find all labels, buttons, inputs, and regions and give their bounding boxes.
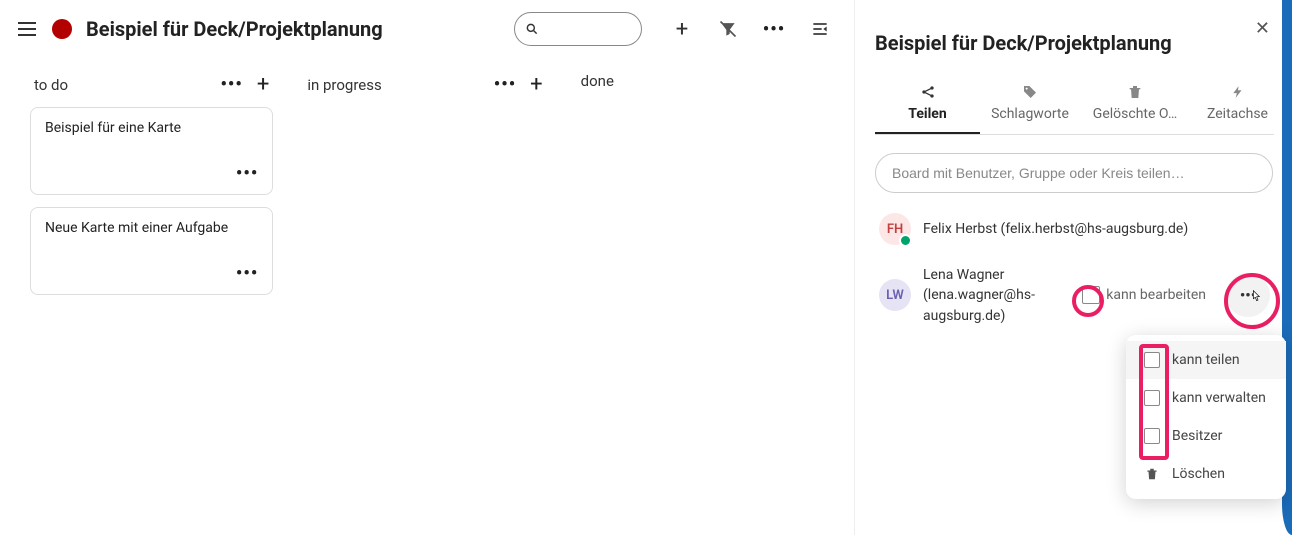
card[interactable]: Neue Karte mit einer Aufgabe ••• [30, 207, 273, 295]
column-more-icon[interactable]: ••• [494, 74, 516, 95]
card-more-icon[interactable]: ••• [236, 163, 258, 184]
tag-icon [1022, 84, 1038, 100]
tab-trash[interactable]: Gelöschte O… [1080, 76, 1190, 134]
popover-label: Löschen [1172, 466, 1225, 482]
menu-icon[interactable] [18, 17, 42, 41]
permissions-popover: kann teilen kann verwalten Besitzer Löschen [1126, 335, 1286, 499]
popover-label: kann teilen [1172, 352, 1240, 368]
tab-tag[interactable]: Schlagworte [980, 76, 1080, 134]
avatar: FH [879, 213, 911, 245]
trash-icon [1144, 466, 1160, 482]
popover-item[interactable]: Löschen [1126, 455, 1286, 493]
board-title: Beispiel für Deck/Projektplanung [86, 17, 383, 41]
more-icon[interactable]: ••• [762, 17, 786, 41]
popover-item[interactable]: kann verwalten [1126, 379, 1286, 417]
tab-label: Schlagworte [991, 106, 1069, 122]
bolt-icon [1230, 84, 1246, 100]
trash-icon [1127, 84, 1143, 100]
card-more-icon[interactable]: ••• [236, 263, 258, 284]
can-edit-checkbox[interactable] [1082, 286, 1100, 304]
can-edit-label: kann bearbeiten [1106, 287, 1206, 303]
sidebar-toggle-icon[interactable] [808, 17, 832, 41]
board-color-dot [52, 19, 72, 39]
column-add-button[interactable]: + [257, 72, 269, 97]
card[interactable]: Beispiel für eine Karte ••• [30, 107, 273, 195]
popover-item[interactable]: kann teilen [1126, 341, 1286, 379]
tab-bolt[interactable]: Zeitachse [1190, 76, 1285, 134]
cursor-icon [1248, 287, 1264, 309]
popover-item[interactable]: Besitzer [1126, 417, 1286, 455]
share-name: Lena Wagner (lena.wagner@hs-augsburg.de) [923, 265, 1070, 326]
tab-share[interactable]: Teilen [875, 76, 980, 134]
card-text: Beispiel für eine Karte [45, 120, 258, 136]
permission-checkbox[interactable] [1144, 390, 1160, 406]
popover-label: kann verwalten [1172, 390, 1266, 406]
popover-label: Besitzer [1172, 428, 1222, 444]
share-more-button[interactable]: ••• [1226, 273, 1270, 317]
tab-label: Gelöschte O… [1093, 106, 1177, 122]
share-row: FH Felix Herbst (felix.herbst@hs-augsburg… [875, 203, 1274, 255]
search-icon [525, 22, 539, 36]
share-name: Felix Herbst (felix.herbst@hs-augsburg.d… [923, 219, 1188, 239]
add-button[interactable]: + [670, 17, 694, 41]
card-text: Neue Karte mit einer Aufgabe [45, 220, 258, 236]
column-title: in progress [307, 76, 381, 94]
side-title: Beispiel für Deck/Projektplanung [875, 30, 1172, 56]
tab-label: Teilen [908, 106, 946, 122]
share-icon [920, 84, 936, 100]
permission-checkbox[interactable] [1144, 352, 1160, 368]
column-more-icon[interactable]: ••• [220, 74, 242, 95]
close-icon[interactable]: ✕ [1251, 14, 1274, 43]
column-add-button[interactable]: + [530, 72, 542, 97]
tab-label: Zeitachse [1207, 106, 1268, 122]
column-title: to do [34, 76, 68, 94]
filter-icon[interactable] [716, 17, 740, 41]
share-row: LW Lena Wagner (lena.wagner@hs-augsburg.d… [875, 255, 1274, 336]
share-search-input[interactable] [875, 153, 1273, 193]
column-title: done [581, 72, 614, 90]
search-input[interactable] [514, 12, 642, 46]
permission-checkbox[interactable] [1144, 428, 1160, 444]
avatar: LW [879, 279, 911, 311]
